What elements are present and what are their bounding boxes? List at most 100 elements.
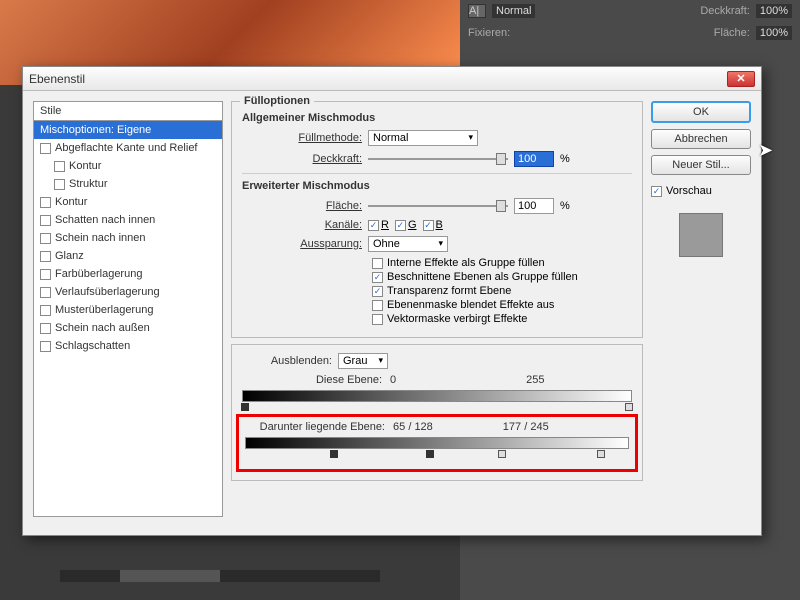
- knockout-select[interactable]: Ohne: [368, 236, 448, 252]
- close-button[interactable]: ✕: [727, 71, 755, 87]
- layer-style-dialog: Ebenenstil ✕ Stile Mischoptionen: Eigene…: [22, 66, 762, 536]
- channel-r[interactable]: ✓R: [368, 219, 389, 231]
- under-thumb-3[interactable]: [498, 450, 506, 458]
- blend-if-group: Ausblenden: Grau Diese Ebene: 0 255: [231, 344, 643, 481]
- fill-options-legend: Fülloptionen: [240, 95, 314, 107]
- this-layer-low: 0: [390, 374, 396, 386]
- dialog-title: Ebenenstil: [29, 72, 727, 86]
- style-label: Verlaufsüberlagerung: [55, 286, 160, 298]
- preview-swatch: [679, 213, 723, 257]
- style-label: Schlagschatten: [55, 340, 130, 352]
- style-checkbox[interactable]: [40, 341, 51, 352]
- this-layer-label: Diese Ebene:: [242, 374, 382, 386]
- style-row-1[interactable]: Abgeflachte Kante und Relief: [34, 139, 222, 157]
- cancel-button[interactable]: Abbrechen: [651, 129, 751, 149]
- style-row-10[interactable]: Musterüberlagerung: [34, 301, 222, 319]
- style-row-2[interactable]: Kontur: [34, 157, 222, 175]
- style-label: Schein nach außen: [55, 322, 150, 334]
- opacity-input[interactable]: 100: [514, 151, 554, 167]
- under-v3: 177: [503, 421, 521, 433]
- under-thumb-1[interactable]: [330, 450, 338, 458]
- style-checkbox[interactable]: [54, 161, 65, 172]
- channels-label: Kanäle:: [242, 219, 362, 231]
- style-checkbox[interactable]: [54, 179, 65, 190]
- style-row-0[interactable]: Mischoptionen: Eigene: [34, 121, 222, 139]
- fill-method-label: Füllmethode:: [242, 132, 362, 144]
- style-label: Musterüberlagerung: [55, 304, 153, 316]
- close-icon: ✕: [736, 72, 745, 85]
- style-row-4[interactable]: Kontur: [34, 193, 222, 211]
- under-layer-label: Darunter liegende Ebene:: [245, 421, 385, 433]
- style-label: Struktur: [69, 178, 108, 190]
- bg-fill-value[interactable]: 100%: [756, 26, 792, 40]
- horizontal-scrollbar[interactable]: [60, 570, 380, 582]
- bg-lock-label: Fixieren:: [468, 27, 510, 39]
- style-row-8[interactable]: Farbüberlagerung: [34, 265, 222, 283]
- new-style-button[interactable]: Neuer Stil...: [651, 155, 751, 175]
- opt-vectormask-hides[interactable]: Vektormaske verbirgt Effekte: [372, 313, 632, 325]
- area-label: Fläche:: [242, 200, 362, 212]
- style-label: Schein nach innen: [55, 232, 146, 244]
- style-label: Farbüberlagerung: [55, 268, 142, 280]
- style-checkbox[interactable]: [40, 233, 51, 244]
- general-blend-legend: Allgemeiner Mischmodus: [242, 112, 632, 124]
- dialog-titlebar: Ebenenstil ✕: [23, 67, 761, 91]
- blendif-select[interactable]: Grau: [338, 353, 388, 369]
- opacity-slider[interactable]: [368, 152, 508, 166]
- style-row-3[interactable]: Struktur: [34, 175, 222, 193]
- blendif-label: Ausblenden:: [242, 355, 332, 367]
- style-row-9[interactable]: Verlaufsüberlagerung: [34, 283, 222, 301]
- under-layer-gradient[interactable]: [245, 437, 629, 449]
- opt-clipped-layers[interactable]: ✓Beschnittene Ebenen als Gruppe füllen: [372, 271, 632, 283]
- style-checkbox[interactable]: [40, 215, 51, 226]
- under-v4: 245: [530, 421, 548, 433]
- opt-layermask-hides[interactable]: Ebenenmaske blendet Effekte aus: [372, 299, 632, 311]
- style-checkbox[interactable]: [40, 251, 51, 262]
- style-row-5[interactable]: Schatten nach innen: [34, 211, 222, 229]
- under-v1: 65: [393, 421, 405, 433]
- bg-opacity-value[interactable]: 100%: [756, 4, 792, 18]
- style-label: Abgeflachte Kante und Relief: [55, 142, 198, 154]
- preview-checkbox[interactable]: ✓Vorschau: [651, 185, 751, 197]
- style-label: Glanz: [55, 250, 84, 262]
- char-panel-icon: A|: [468, 4, 486, 18]
- style-row-7[interactable]: Glanz: [34, 247, 222, 265]
- style-row-11[interactable]: Schein nach außen: [34, 319, 222, 337]
- under-thumb-4[interactable]: [597, 450, 605, 458]
- area-input[interactable]: 100: [514, 198, 554, 214]
- style-label: Kontur: [69, 160, 101, 172]
- style-checkbox[interactable]: [40, 143, 51, 154]
- opt-internal-effects[interactable]: Interne Effekte als Gruppe füllen: [372, 257, 632, 269]
- bg-fill-label: Fläche:: [714, 27, 750, 39]
- style-checkbox[interactable]: [40, 197, 51, 208]
- styles-list: Mischoptionen: Eigene Abgeflachte Kante u…: [33, 121, 223, 517]
- knockout-label: Aussparung:: [242, 238, 362, 250]
- advanced-blend-legend: Erweiterter Mischmodus: [242, 180, 632, 192]
- style-row-12[interactable]: Schlagschatten: [34, 337, 222, 355]
- this-black-thumb[interactable]: [241, 403, 249, 411]
- style-checkbox[interactable]: [40, 305, 51, 316]
- style-label: Mischoptionen: Eigene: [40, 124, 151, 136]
- style-label: Schatten nach innen: [55, 214, 155, 226]
- under-v2: 128: [414, 421, 432, 433]
- style-checkbox[interactable]: [40, 323, 51, 334]
- this-layer-gradient[interactable]: [242, 390, 632, 402]
- ok-button[interactable]: OK: [651, 101, 751, 123]
- opacity-label: Deckkraft:: [242, 153, 362, 165]
- opt-transparency-shapes[interactable]: ✓Transparenz formt Ebene: [372, 285, 632, 297]
- fill-options-group: Fülloptionen Allgemeiner Mischmodus Füll…: [231, 101, 643, 338]
- bg-opacity-label: Deckkraft:: [700, 5, 750, 17]
- under-thumb-2[interactable]: [426, 450, 434, 458]
- style-row-6[interactable]: Schein nach innen: [34, 229, 222, 247]
- bg-blend-mode[interactable]: Normal: [492, 4, 535, 18]
- channel-b[interactable]: ✓B: [423, 219, 443, 231]
- pct-label: %: [560, 153, 570, 165]
- fill-method-select[interactable]: Normal: [368, 130, 478, 146]
- style-label: Kontur: [55, 196, 87, 208]
- channel-g[interactable]: ✓G: [395, 219, 417, 231]
- style-checkbox[interactable]: [40, 287, 51, 298]
- this-white-thumb[interactable]: [625, 403, 633, 411]
- style-checkbox[interactable]: [40, 269, 51, 280]
- pct-label: %: [560, 200, 570, 212]
- area-slider[interactable]: [368, 199, 508, 213]
